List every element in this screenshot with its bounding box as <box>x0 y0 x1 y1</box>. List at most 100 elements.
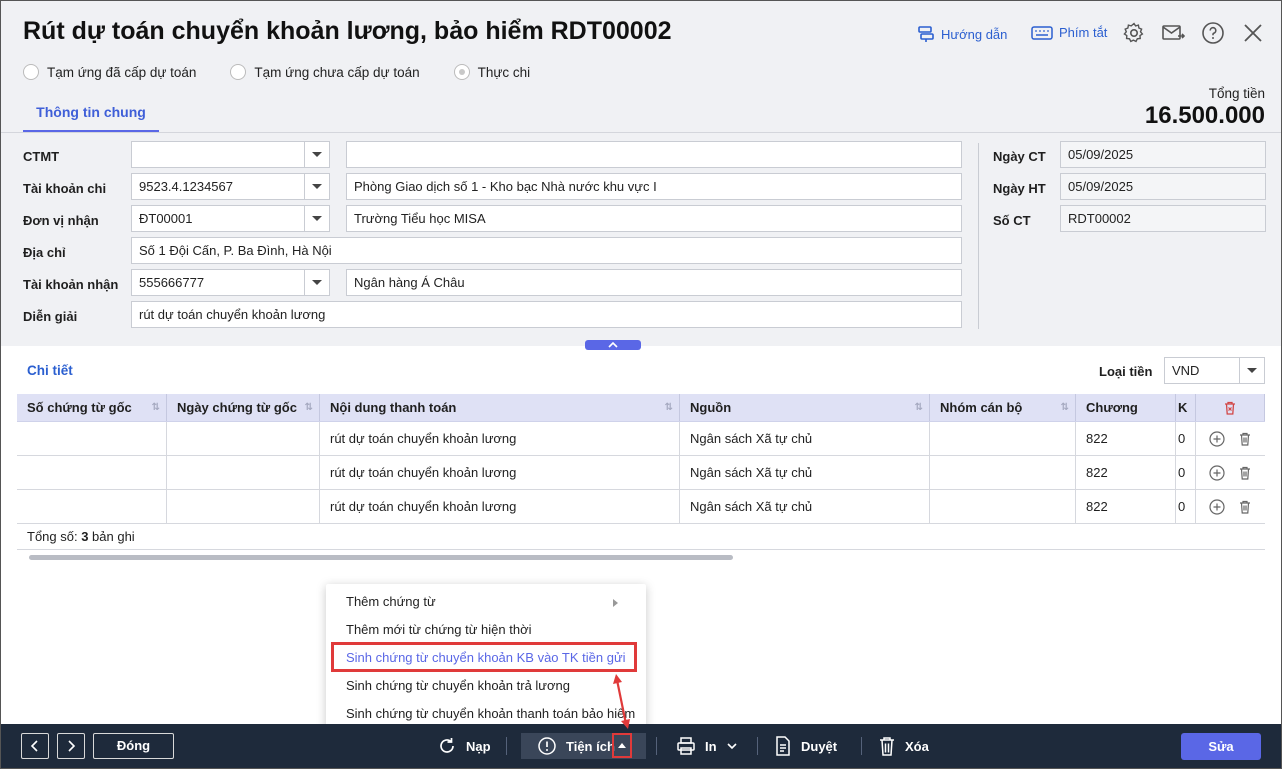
horizontal-scrollbar[interactable] <box>17 553 1265 561</box>
sort-icon[interactable]: ⇅ <box>915 402 923 413</box>
radio-advance-not-granted[interactable]: Tạm ứng chưa cấp dự toán <box>230 64 420 80</box>
dia-chi-field[interactable]: Số 1 Đội Cấn, P. Ba Đình, Hà Nội <box>131 237 962 264</box>
tk-nhan-combo[interactable]: 555666777 <box>131 269 330 296</box>
cell-doc-date[interactable] <box>167 422 320 455</box>
sort-icon[interactable]: ⇅ <box>152 402 160 413</box>
cell-k[interactable]: 0 <box>1176 422 1196 455</box>
tk-chi-desc[interactable]: Phòng Giao dịch số 1 - Kho bạc Nhà nước … <box>346 173 962 200</box>
signpost-icon <box>918 26 934 42</box>
ngay-ht-field[interactable]: 05/09/2025 <box>1060 173 1266 200</box>
ngay-ct-field[interactable]: 05/09/2025 <box>1060 141 1266 168</box>
cell-chapter[interactable]: 822 <box>1076 422 1176 455</box>
cell-source[interactable]: Ngân sách Xã tự chủ <box>680 422 930 455</box>
add-row-icon[interactable] <box>1208 498 1225 515</box>
cell-doc-no[interactable] <box>17 456 167 489</box>
radio-actual-expense[interactable]: Thực chi <box>453 64 530 80</box>
radio-label: Tạm ứng chưa cấp dự toán <box>254 64 420 80</box>
delete-all-icon[interactable] <box>1222 400 1238 416</box>
ctmt-label: CTMT <box>23 149 60 164</box>
dien-giai-field[interactable]: rút dự toán chuyển khoản lương <box>131 301 962 328</box>
toolbar-separator <box>861 737 862 755</box>
col-header[interactable]: K <box>1176 394 1196 421</box>
table-row[interactable]: rút dự toán chuyển khoản lương Ngân sách… <box>17 456 1265 490</box>
cell-source[interactable]: Ngân sách Xã tự chủ <box>680 456 930 489</box>
trash-icon[interactable] <box>1237 431 1253 447</box>
cell-content[interactable]: rút dự toán chuyển khoản lương <box>320 456 680 489</box>
cell-source[interactable]: Ngân sách Xã tự chủ <box>680 490 930 523</box>
cell-k[interactable]: 0 <box>1176 456 1196 489</box>
close-button[interactable]: Đóng <box>93 733 174 759</box>
cell-content[interactable]: rút dự toán chuyển khoản lương <box>320 422 680 455</box>
cell-k[interactable]: 0 <box>1176 490 1196 523</box>
approve-label: Duyệt <box>801 738 838 754</box>
document-icon <box>776 736 790 756</box>
trash-icon[interactable] <box>1237 465 1253 481</box>
menu-item-add-document[interactable]: Thêm chứng từ <box>326 588 646 616</box>
add-row-icon[interactable] <box>1208 464 1225 481</box>
print-button[interactable]: In <box>676 734 738 758</box>
help-icon[interactable] <box>1201 21 1225 45</box>
scrollbar-thumb[interactable] <box>29 555 733 560</box>
dropdown-arrow-icon[interactable] <box>304 270 329 295</box>
trash-icon[interactable] <box>1237 499 1253 515</box>
tk-nhan-desc[interactable]: Ngân hàng Á Châu <box>346 269 962 296</box>
sort-icon[interactable]: ⇅ <box>665 402 673 413</box>
col-header[interactable]: Ngày chứng từ gốc ⇅ <box>167 394 320 421</box>
cell-group[interactable] <box>930 490 1076 523</box>
cell-doc-no[interactable] <box>17 490 167 523</box>
col-header[interactable]: Nội dung thanh toán ⇅ <box>320 394 680 421</box>
detail-title[interactable]: Chi tiết <box>27 363 73 378</box>
don-vi-desc[interactable]: Trường Tiểu học MISA <box>346 205 962 232</box>
dropdown-arrow-icon[interactable] <box>304 174 329 199</box>
tk-chi-combo[interactable]: 9523.4.1234567 <box>131 173 330 200</box>
dropdown-arrow-icon[interactable] <box>1239 358 1264 383</box>
cell-group[interactable] <box>930 422 1076 455</box>
add-row-icon[interactable] <box>1208 430 1225 447</box>
prev-button[interactable] <box>21 733 49 759</box>
edit-button[interactable]: Sửa <box>1181 733 1261 760</box>
col-header[interactable]: Số chứng từ gốc ⇅ <box>17 394 167 421</box>
menu-item-new-from-current[interactable]: Thêm mới từ chứng từ hiện thời <box>326 616 646 644</box>
approve-button[interactable]: Duyệt <box>774 734 837 758</box>
cell-group[interactable] <box>930 456 1076 489</box>
radio-advance-granted[interactable]: Tạm ứng đã cấp dự toán <box>23 64 196 80</box>
next-button[interactable] <box>57 733 85 759</box>
cell-doc-date[interactable] <box>167 490 320 523</box>
cell-doc-no[interactable] <box>17 422 167 455</box>
ctmt-desc[interactable] <box>346 141 962 168</box>
cell-doc-date[interactable] <box>167 456 320 489</box>
reload-button[interactable]: Nạp <box>437 734 491 758</box>
delete-button[interactable]: Xóa <box>878 734 929 758</box>
utilities-menu-toggle[interactable] <box>612 733 632 758</box>
collapse-toggle[interactable] <box>585 340 641 350</box>
tab-general-info[interactable]: Thông tin chung <box>23 95 159 133</box>
col-header[interactable]: Nguồn ⇅ <box>680 394 930 421</box>
dropdown-arrow-icon[interactable] <box>304 206 329 231</box>
table-row[interactable]: rút dự toán chuyển khoản lương Ngân sách… <box>17 490 1265 524</box>
sort-icon[interactable]: ⇅ <box>1061 402 1069 413</box>
table-row[interactable]: rút dự toán chuyển khoản lương Ngân sách… <box>17 422 1265 456</box>
toolbar-separator <box>656 737 657 755</box>
total-amount: 16.500.000 <box>1144 102 1265 129</box>
ctmt-combo[interactable] <box>131 141 330 168</box>
col-header[interactable]: Nhóm cán bộ ⇅ <box>930 394 1076 421</box>
close-icon[interactable] <box>1241 21 1265 45</box>
mail-forward-icon[interactable] <box>1161 21 1185 45</box>
cell-chapter[interactable]: 822 <box>1076 490 1176 523</box>
so-ct-field[interactable]: RDT00002 <box>1060 205 1266 232</box>
don-vi-combo[interactable]: ĐT00001 <box>131 205 330 232</box>
sort-icon[interactable]: ⇅ <box>305 402 313 413</box>
col-header[interactable]: Chương <box>1076 394 1176 421</box>
dropdown-arrow-icon[interactable] <box>304 142 329 167</box>
utilities-button[interactable]: Tiện ích <box>537 734 615 758</box>
cell-chapter[interactable]: 822 <box>1076 456 1176 489</box>
chevron-down-icon[interactable] <box>726 742 738 750</box>
shortcuts-link[interactable]: Phím tắt <box>1031 25 1107 40</box>
menu-item-generate-salary-transfer[interactable]: Sinh chứng từ chuyển khoản trả lương <box>326 672 646 700</box>
footer-suffix: bản ghi <box>88 529 135 544</box>
gear-icon[interactable] <box>1122 21 1146 45</box>
currency-select[interactable]: VND <box>1164 357 1265 384</box>
don-vi-value: ĐT00001 <box>139 211 193 226</box>
cell-content[interactable]: rút dự toán chuyển khoản lương <box>320 490 680 523</box>
guide-link[interactable]: Hướng dẫn <box>917 25 1007 43</box>
